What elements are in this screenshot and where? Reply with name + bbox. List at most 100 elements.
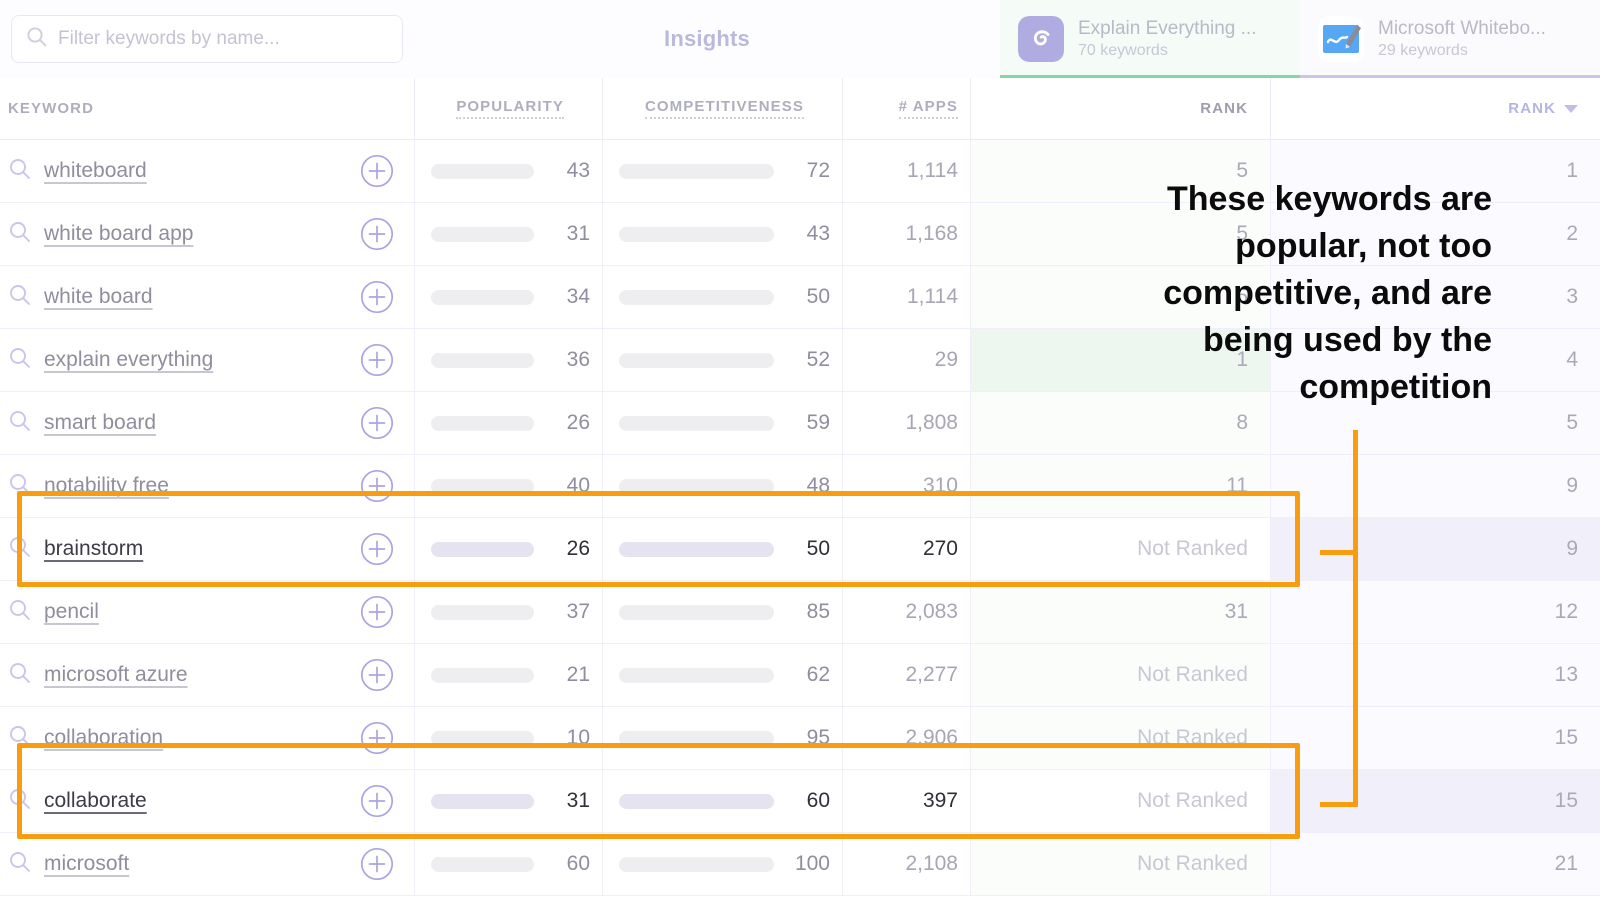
add-keyword-button[interactable] — [360, 847, 394, 881]
keyword-cell: white board — [0, 266, 414, 328]
rank-microsoft-whiteboard-cell: 5 — [1270, 392, 1600, 454]
column-header-competitiveness[interactable]: COMPETITIVENESS — [602, 78, 842, 139]
search-icon[interactable] — [8, 535, 32, 564]
rank-microsoft-whiteboard-cell: 12 — [1270, 581, 1600, 643]
chevron-down-icon[interactable] — [1564, 104, 1578, 113]
search-icon[interactable] — [8, 850, 32, 879]
rank-explain-everything-cell: 31 — [970, 581, 1270, 643]
competitiveness-cell: 50 — [602, 518, 842, 580]
search-icon[interactable] — [8, 724, 32, 753]
table-row[interactable]: pencil 37 85 2,083 31 12 — [0, 581, 1600, 644]
table-row[interactable]: microsoft 60 100 2,108 Not Ranked 21 — [0, 833, 1600, 896]
competitiveness-cell: 100 — [602, 833, 842, 895]
rank-value: 3 — [1566, 285, 1578, 308]
app-tab-explain-everything[interactable]: Explain Everything ... 70 keywords — [1000, 0, 1300, 78]
competitiveness-bar-track — [619, 541, 774, 557]
search-icon[interactable] — [8, 220, 32, 249]
add-keyword-button[interactable] — [360, 154, 394, 188]
competitiveness-value: 72 — [806, 159, 830, 182]
search-icon[interactable] — [8, 598, 32, 627]
add-keyword-button[interactable] — [360, 595, 394, 629]
rank-microsoft-whiteboard-cell: 13 — [1270, 644, 1600, 706]
app-tab-keyword-count: 29 keywords — [1378, 42, 1468, 59]
column-header-apps[interactable]: # APPS — [842, 78, 970, 139]
app-tab-name: Microsoft Whitebo... — [1378, 18, 1546, 39]
popularity-cell: 40 — [414, 455, 602, 517]
app-tab-keyword-count: 70 keywords — [1078, 42, 1168, 59]
table-row[interactable]: microsoft azure 21 62 2,277 Not Ranked 13 — [0, 644, 1600, 707]
app-tab-microsoft-whiteboard[interactable]: Microsoft Whitebo... 29 keywords — [1300, 0, 1600, 78]
rank-microsoft-whiteboard-cell: 9 — [1270, 518, 1600, 580]
add-keyword-button[interactable] — [360, 784, 394, 818]
keyword-link[interactable]: pencil — [44, 600, 99, 624]
table-row[interactable]: whiteboard 43 72 1,114 5 1 — [0, 140, 1600, 203]
search-icon[interactable] — [8, 472, 32, 501]
keyword-link[interactable]: notability free — [44, 474, 169, 498]
apps-cell: 2,277 — [842, 644, 970, 706]
rank-microsoft-whiteboard-cell: 3 — [1270, 266, 1600, 328]
table-row[interactable]: explain everything 36 52 29 1 4 — [0, 329, 1600, 392]
rank-microsoft-whiteboard-cell: 2 — [1270, 203, 1600, 265]
add-keyword-button[interactable] — [360, 217, 394, 251]
apps-value: 2,906 — [905, 726, 958, 749]
rank-value: 5 — [1566, 411, 1578, 434]
column-header-rank-microsoft-whiteboard[interactable]: RANK — [1270, 78, 1600, 139]
keyword-link[interactable]: collaboration — [44, 726, 163, 750]
keyword-link[interactable]: smart board — [44, 411, 156, 435]
table-row[interactable]: white board app 31 43 1,168 5 2 — [0, 203, 1600, 266]
column-header-rank-explain-everything[interactable]: RANK — [970, 78, 1270, 139]
table-row[interactable]: collaboration 10 95 2,906 Not Ranked 15 — [0, 707, 1600, 770]
popularity-cell: 26 — [414, 518, 602, 580]
keyword-link[interactable]: whiteboard — [44, 159, 147, 183]
add-keyword-button[interactable] — [360, 343, 394, 377]
competitiveness-bar-track — [619, 415, 774, 431]
search-icon[interactable] — [8, 283, 32, 312]
competitiveness-cell: 50 — [602, 266, 842, 328]
keyword-link[interactable]: microsoft — [44, 852, 129, 876]
rank-value: Not Ranked — [1137, 789, 1248, 812]
column-header-rank1-label: RANK — [1200, 100, 1248, 117]
table-row[interactable]: white board 34 50 1,114 5 3 — [0, 266, 1600, 329]
keyword-link[interactable]: white board app — [44, 222, 193, 246]
table-row[interactable]: collaborate 31 60 397 Not Ranked 15 — [0, 770, 1600, 833]
search-icon[interactable] — [8, 409, 32, 438]
rank-value: 15 — [1554, 726, 1578, 749]
keyword-link[interactable]: explain everything — [44, 348, 213, 372]
table-row[interactable]: notability free 40 48 310 11 9 — [0, 455, 1600, 518]
column-header-popularity[interactable]: POPULARITY — [414, 78, 602, 139]
keyword-link[interactable]: collaborate — [44, 789, 147, 813]
rank-value: 13 — [1554, 663, 1578, 686]
table-row[interactable]: brainstorm 26 50 270 Not Ranked 9 — [0, 518, 1600, 581]
add-keyword-button[interactable] — [360, 469, 394, 503]
apps-cell: 2,108 — [842, 833, 970, 895]
column-header-keyword[interactable]: KEYWORD — [0, 100, 414, 118]
competitiveness-bar-track — [619, 226, 774, 242]
add-keyword-button[interactable] — [360, 406, 394, 440]
rank-explain-everything-cell: Not Ranked — [970, 707, 1270, 769]
keyword-link[interactable]: white board — [44, 285, 153, 309]
rank-explain-everything-cell: 5 — [970, 140, 1270, 202]
search-icon[interactable] — [8, 157, 32, 186]
search-box[interactable] — [11, 15, 403, 63]
keyword-link[interactable]: brainstorm — [44, 537, 143, 561]
popularity-value: 43 — [566, 159, 590, 182]
add-keyword-button[interactable] — [360, 658, 394, 692]
rank-value: 12 — [1554, 600, 1578, 623]
search-icon[interactable] — [8, 346, 32, 375]
rank-microsoft-whiteboard-cell: 21 — [1270, 833, 1600, 895]
competitiveness-bar-track — [619, 730, 774, 746]
add-keyword-button[interactable] — [360, 280, 394, 314]
search-icon[interactable] — [8, 661, 32, 690]
rank-explain-everything-cell: 5 — [970, 266, 1270, 328]
add-keyword-button[interactable] — [360, 532, 394, 566]
search-input[interactable] — [58, 28, 388, 50]
table-row[interactable]: smart board 26 59 1,808 8 5 — [0, 392, 1600, 455]
add-keyword-button[interactable] — [360, 721, 394, 755]
keyword-link[interactable]: microsoft azure — [44, 663, 188, 687]
column-header-keyword-label: KEYWORD — [8, 99, 95, 117]
competitiveness-value: 50 — [806, 285, 830, 308]
popularity-bar-track — [431, 793, 534, 809]
competitiveness-cell: 95 — [602, 707, 842, 769]
apps-value: 29 — [934, 348, 958, 371]
search-icon[interactable] — [8, 787, 32, 816]
